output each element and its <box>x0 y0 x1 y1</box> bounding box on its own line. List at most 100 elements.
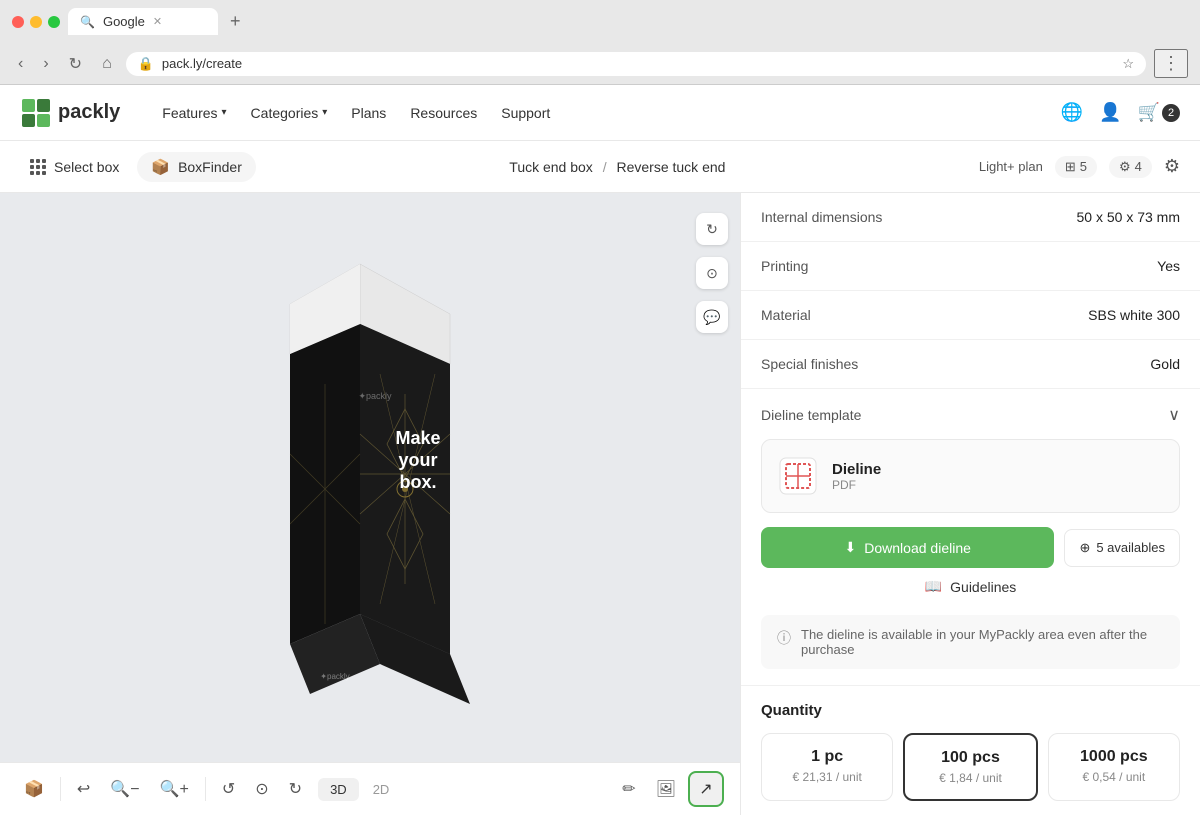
quantity-title: Quantity <box>761 702 1180 719</box>
breadcrumb: Tuck end box / Reverse tuck end <box>256 159 979 175</box>
dieline-name: Dieline <box>832 461 881 478</box>
forward-button[interactable]: › <box>37 53 54 75</box>
dieline-card-icon <box>778 456 818 496</box>
quantity-pcs-1000: 1000 pcs <box>1061 748 1167 766</box>
comment-tool-button[interactable]: 💬 <box>696 301 728 333</box>
svg-text:your: your <box>398 450 437 470</box>
top-navigation: packly Features ▾ Categories ▾ Plans Res… <box>0 85 1200 141</box>
address-bar-row: ‹ › ↻ ⌂ 🔒 pack.ly/create ☆ ⋮ <box>0 43 1200 84</box>
logo[interactable]: packly <box>20 97 120 129</box>
breadcrumb-separator: / <box>603 159 607 175</box>
quantity-pcs-1: 1 pc <box>774 748 880 766</box>
nav-categories[interactable]: Categories ▾ <box>241 99 338 127</box>
home-view-button[interactable]: ⊙ <box>247 773 276 805</box>
printing-value: Yes <box>1157 258 1180 274</box>
dieline-collapse-button[interactable]: ∨ <box>1168 405 1180 425</box>
view-2d-button[interactable]: 2D <box>361 778 402 801</box>
internal-dimensions-value: 50 x 50 x 73 mm <box>1077 209 1181 225</box>
tab-close-icon[interactable]: ✕ <box>153 15 162 28</box>
breadcrumb-part2: Reverse tuck end <box>616 159 725 175</box>
availables-button[interactable]: ⊕ 5 availables <box>1064 529 1180 567</box>
user-icon: 👤 <box>1099 102 1121 123</box>
info-text: The dieline is available in your MyPackl… <box>801 627 1164 657</box>
account-button[interactable]: 👤 <box>1099 102 1121 123</box>
book-icon: 📖 <box>925 578 942 595</box>
boxfinder-icon: 📦 <box>151 158 170 176</box>
svg-text:✦packly: ✦packly <box>358 391 392 401</box>
dieline-card: Dieline PDF <box>761 439 1180 513</box>
material-label: Material <box>761 307 811 323</box>
back-button[interactable]: ‹ <box>12 53 29 75</box>
count-2: 4 <box>1135 159 1142 174</box>
timer-tool-button[interactable]: ⊙ <box>696 257 728 289</box>
chevron-down-icon: ▾ <box>322 107 327 118</box>
traffic-lights <box>12 16 60 28</box>
zoom-in-button[interactable]: 🔍+ <box>152 773 197 805</box>
rotate-left-button[interactable]: ↺ <box>214 773 243 805</box>
material-value: SBS white 300 <box>1088 307 1180 323</box>
download-icon: ⬇ <box>845 539 857 556</box>
viewer-tools: ↻ ⊙ 💬 <box>696 213 728 333</box>
settings-button[interactable]: ⚙ <box>1164 156 1180 177</box>
view-toggle: 3D 2D <box>318 778 401 801</box>
quantity-pcs-100: 100 pcs <box>917 749 1023 767</box>
export-button[interactable]: ↗ <box>688 771 724 807</box>
nav-resources[interactable]: Resources <box>400 99 487 127</box>
lock-icon: 🔒 <box>138 56 154 72</box>
settings-icon: ⚙ <box>1119 159 1131 175</box>
cart-button[interactable]: 🛒 2 <box>1138 102 1180 123</box>
printing-row: Printing Yes <box>741 242 1200 291</box>
dieline-section: Dieline template ∨ Dieline PDF <box>741 389 1200 686</box>
new-tab-button[interactable]: + <box>230 11 241 32</box>
more-button[interactable]: ⋮ <box>1154 49 1188 78</box>
select-box-button[interactable]: Select box <box>20 153 129 181</box>
main-content: ↻ ⊙ 💬 <box>0 193 1200 815</box>
quantity-option-100[interactable]: 100 pcs € 1,84 / unit <box>903 733 1037 801</box>
guidelines-label: Guidelines <box>950 579 1016 595</box>
download-label: Download dieline <box>864 540 971 556</box>
browser-tab[interactable]: 🔍 Google ✕ <box>68 8 218 35</box>
box-svg: Make your box. ✦packly ✦packl <box>160 234 580 774</box>
dieline-header: Dieline template ∨ <box>761 405 1180 425</box>
nav-plans[interactable]: Plans <box>341 99 396 127</box>
zoom-out-button[interactable]: 🔍− <box>102 773 147 805</box>
bookmark-icon[interactable]: ☆ <box>1122 56 1134 72</box>
select-box-label: Select box <box>54 159 119 175</box>
home-button[interactable]: ⌂ <box>96 53 118 75</box>
right-panel: Internal dimensions 50 x 50 x 73 mm Prin… <box>740 193 1200 815</box>
fullscreen-button[interactable] <box>48 16 60 28</box>
image-button[interactable]: 🖼 <box>648 773 684 805</box>
download-dieline-button[interactable]: ⬇ Download dieline <box>761 527 1054 568</box>
quantity-unit-1: € 21,31 / unit <box>774 770 880 784</box>
svg-text:Make: Make <box>395 428 440 448</box>
grid-icon <box>30 159 46 175</box>
quantity-options: 1 pc € 21,31 / unit 100 pcs € 1,84 / uni… <box>761 733 1180 801</box>
dieline-type: PDF <box>832 478 881 492</box>
language-button[interactable]: 🌐 <box>1061 102 1083 123</box>
logo-text: packly <box>58 101 120 124</box>
box-view-button[interactable]: 📦 <box>16 773 52 805</box>
reload-button[interactable]: ↻ <box>63 52 88 76</box>
undo-button[interactable]: ↩ <box>69 773 98 805</box>
globe-sm-icon: ⊕ <box>1079 540 1090 556</box>
quantity-option-1[interactable]: 1 pc € 21,31 / unit <box>761 733 893 801</box>
nav-features[interactable]: Features ▾ <box>152 99 236 127</box>
box-3d-view: Make your box. ✦packly ✦packl <box>160 244 580 764</box>
rotate-right-button[interactable]: ↻ <box>281 773 310 805</box>
pen-tool-button[interactable]: ✏ <box>614 773 643 805</box>
rotate-tool-button[interactable]: ↻ <box>696 213 728 245</box>
quantity-section: Quantity 1 pc € 21,31 / unit 100 pcs € 1… <box>741 686 1200 815</box>
cart-icon: 🛒 <box>1138 102 1160 123</box>
view-3d-button[interactable]: 3D <box>318 778 359 801</box>
boxfinder-button[interactable]: 📦 BoxFinder <box>137 152 256 182</box>
divider <box>60 777 61 801</box>
url-bar[interactable]: 🔒 pack.ly/create ☆ <box>126 52 1146 76</box>
nav-support[interactable]: Support <box>491 99 560 127</box>
plan-label: Light+ plan <box>979 159 1043 174</box>
close-button[interactable] <box>12 16 24 28</box>
secondary-navigation: Select box 📦 BoxFinder Tuck end box / Re… <box>0 141 1200 193</box>
quantity-option-1000[interactable]: 1000 pcs € 0,54 / unit <box>1048 733 1180 801</box>
internal-dimensions-label: Internal dimensions <box>761 209 882 225</box>
guidelines-button[interactable]: 📖 Guidelines <box>761 568 1180 605</box>
minimize-button[interactable] <box>30 16 42 28</box>
